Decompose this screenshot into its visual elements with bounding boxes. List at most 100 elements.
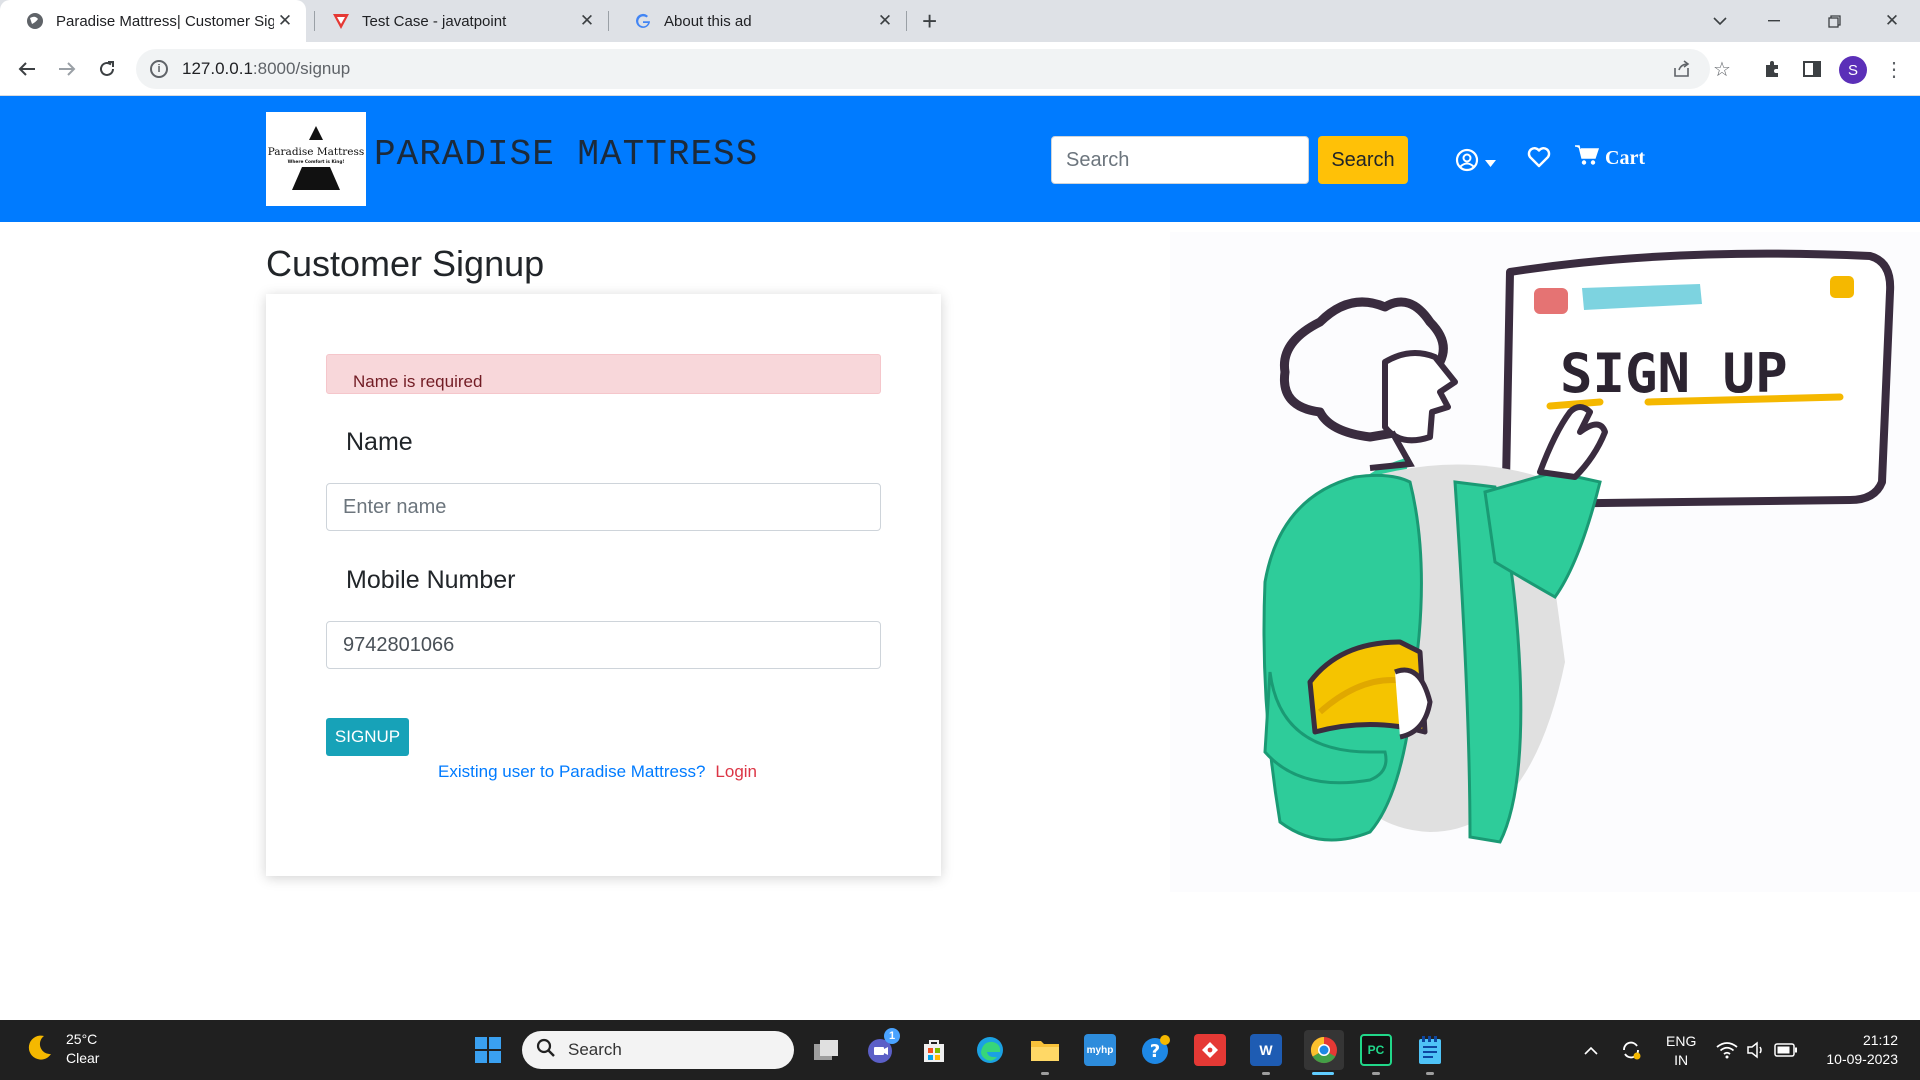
error-alert: Name is required <box>326 354 881 394</box>
sync-icon[interactable] <box>1620 1020 1642 1080</box>
name-input[interactable]: Enter name <box>326 483 881 531</box>
brand-name[interactable]: PARADISE MATTRESS <box>374 134 758 175</box>
close-window-icon[interactable]: ✕ <box>1864 0 1920 42</box>
minimize-icon[interactable] <box>1746 0 1802 42</box>
bookmark-star-icon[interactable]: ☆ <box>1708 55 1736 83</box>
address-bar[interactable]: i 127.0.0.1:8000/signup <box>136 49 1710 89</box>
show-hidden-icons-chevron-icon[interactable] <box>1584 1020 1598 1080</box>
caret-down-icon <box>1485 154 1496 172</box>
cart-label: Cart <box>1605 146 1645 169</box>
tab-paradise-signup[interactable]: Paradise Mattress| Customer Signup ✕ <box>0 0 306 42</box>
existing-user-text: Existing user to Paradise Mattress? Login <box>438 762 757 782</box>
language-code: ENG <box>1666 1033 1697 1049</box>
close-tab-icon[interactable]: ✕ <box>274 11 296 31</box>
close-tab-icon[interactable]: ✕ <box>576 11 598 31</box>
tab-title: Test Case - javatpoint <box>362 12 507 30</box>
mobile-input[interactable]: 9742801066 <box>326 621 881 669</box>
clock-date: 10-09-2023 <box>1826 1051 1898 1067</box>
url-host: 127.0.0.1 <box>182 59 253 78</box>
site-info-icon[interactable]: i <box>150 60 168 78</box>
file-explorer-icon[interactable] <box>1029 1034 1061 1066</box>
chrome-icon[interactable] <box>1304 1030 1344 1070</box>
board-red-mark <box>1534 288 1568 314</box>
running-indicator <box>1262 1072 1270 1075</box>
browser-tab-strip: Paradise Mattress| Customer Signup ✕ Tes… <box>0 0 1920 42</box>
new-tab-icon[interactable]: + <box>922 6 937 37</box>
existing-user-link[interactable]: Existing user to Paradise Mattress? <box>438 762 705 781</box>
weather-widget[interactable]: 25°C Clear <box>24 1030 99 1068</box>
restore-icon[interactable] <box>1806 0 1862 42</box>
board-yellow-mark <box>1830 276 1854 298</box>
weather-condition: Clear <box>66 1050 100 1066</box>
login-link[interactable]: Login <box>715 762 757 781</box>
clock-time: 21:12 <box>1862 1032 1898 1048</box>
mobile-label: Mobile Number <box>346 566 516 594</box>
tab-divider <box>906 11 907 31</box>
notepad-icon[interactable] <box>1414 1034 1446 1066</box>
site-search-button[interactable]: Search <box>1318 136 1408 184</box>
svg-text:?: ? <box>1150 1041 1160 1062</box>
cart-link[interactable]: Cart <box>1575 144 1645 172</box>
git-client-icon[interactable] <box>1194 1034 1226 1066</box>
taskbar-search-label: Search <box>568 1040 622 1059</box>
tab-about-this-ad[interactable]: About this ad ✕ <box>608 0 906 42</box>
running-indicator <box>1426 1072 1434 1075</box>
pycharm-icon[interactable]: PC <box>1360 1034 1392 1066</box>
input-language-indicator[interactable]: ENG IN <box>1666 1032 1696 1070</box>
forward-icon[interactable] <box>52 54 82 84</box>
myhp-icon[interactable]: myhp <box>1084 1034 1116 1066</box>
moon-icon <box>24 1032 54 1067</box>
edge-browser-icon[interactable] <box>974 1034 1006 1066</box>
extensions-icon[interactable] <box>1758 55 1786 83</box>
microsoft-store-icon[interactable] <box>918 1034 950 1066</box>
signup-button[interactable]: SIGNUP <box>326 718 409 756</box>
tab-search-chevron-icon[interactable] <box>1692 0 1748 42</box>
taskbar-clock[interactable]: 21:12 10-09-2023 <box>1818 1031 1898 1069</box>
wishlist-heart-icon[interactable] <box>1527 146 1551 173</box>
volume-icon[interactable] <box>1746 1020 1766 1080</box>
region-code: IN <box>1674 1052 1689 1068</box>
signup-card: Name is required Name Enter name Mobile … <box>266 294 941 876</box>
windows-taskbar: 25°C Clear Search 1 myhp ? W PC ENG IN 2… <box>0 1020 1920 1080</box>
windows-start-icon[interactable] <box>472 1034 504 1066</box>
task-view-icon[interactable] <box>810 1034 842 1066</box>
close-tab-icon[interactable]: ✕ <box>874 11 896 31</box>
taskbar-search[interactable]: Search <box>522 1031 794 1069</box>
share-icon[interactable] <box>1668 55 1696 83</box>
tab-title: Paradise Mattress| Customer Signup <box>56 12 274 30</box>
user-circle-icon <box>1455 148 1479 177</box>
wifi-icon[interactable] <box>1716 1020 1738 1080</box>
tab-javatpoint[interactable]: Test Case - javatpoint ✕ <box>306 0 608 42</box>
profile-avatar[interactable]: S <box>1839 56 1867 84</box>
board-sign-up-text: SIGN UP <box>1560 342 1788 405</box>
teams-notification-badge: 1 <box>884 1028 900 1044</box>
browser-toolbar: i 127.0.0.1:8000/signup ☆ ⋮ <box>0 42 1920 96</box>
help-icon[interactable]: ? <box>1140 1034 1172 1066</box>
running-indicator <box>1041 1072 1049 1075</box>
word-icon[interactable]: W <box>1250 1034 1282 1066</box>
site-logo[interactable]: Paradise Mattress Where Comfort is King! <box>266 112 366 206</box>
chrome-menu-icon[interactable]: ⋮ <box>1880 55 1908 83</box>
teams-chat-icon[interactable]: 1 <box>864 1028 900 1066</box>
search-icon <box>536 1038 556 1063</box>
signup-illustration: SIGN UP <box>1170 232 1920 892</box>
back-icon[interactable] <box>12 54 42 84</box>
javatpoint-icon <box>332 12 350 30</box>
side-panel-icon[interactable] <box>1798 55 1826 83</box>
active-indicator <box>1312 1072 1334 1075</box>
url-path: :8000/signup <box>252 59 351 78</box>
running-indicator <box>1372 1072 1380 1075</box>
user-account-dropdown[interactable] <box>1455 148 1496 177</box>
google-icon <box>634 12 652 30</box>
tab-title: About this ad <box>664 12 752 30</box>
weather-temperature: 25°C <box>66 1031 98 1047</box>
svg-text:Paradise Mattress: Paradise Mattress <box>268 146 365 158</box>
page-title: Customer Signup <box>266 243 545 284</box>
reload-icon[interactable] <box>92 54 122 84</box>
site-search-input[interactable]: Search <box>1051 136 1309 184</box>
site-navbar: Paradise Mattress Where Comfort is King!… <box>0 96 1920 222</box>
svg-text:Where Comfort is King!: Where Comfort is King! <box>288 159 345 165</box>
shopping-cart-icon <box>1575 144 1600 172</box>
battery-icon[interactable] <box>1774 1020 1798 1080</box>
name-label: Name <box>346 428 413 456</box>
